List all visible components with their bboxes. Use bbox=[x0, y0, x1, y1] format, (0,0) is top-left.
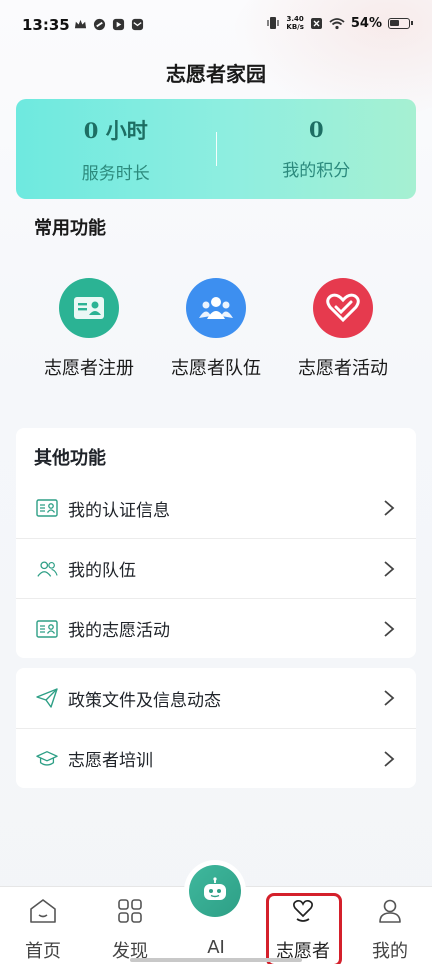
list-item-policy-news[interactable]: 政策文件及信息动态 bbox=[16, 668, 416, 728]
page-title: 志愿者家园 bbox=[166, 62, 266, 86]
nav-label: AI bbox=[207, 937, 225, 958]
nav-label: 首页 bbox=[25, 941, 61, 962]
graduation-cap-icon bbox=[36, 748, 58, 770]
wifi-icon bbox=[329, 17, 345, 29]
list-item-label: 我的志愿活动 bbox=[68, 621, 170, 641]
list-item-volunteer-training[interactable]: 志愿者培训 bbox=[16, 728, 416, 788]
chevron-right-icon bbox=[384, 750, 395, 767]
play-icon bbox=[112, 18, 125, 31]
chevron-right-icon bbox=[384, 620, 395, 637]
chevron-right-icon bbox=[384, 690, 395, 706]
user-icon bbox=[355, 897, 425, 925]
stat-label: 服务时长 bbox=[81, 163, 150, 184]
chevron-right-icon bbox=[384, 500, 395, 516]
screen: 13:35 3.40 KB/s 54% 志愿者家园 0 小时 服务时长 0 我的… bbox=[0, 0, 432, 964]
battery-icon bbox=[388, 17, 413, 29]
stat-service-hours[interactable]: 0 小时 服务时长 bbox=[16, 115, 216, 184]
sim-icon bbox=[310, 17, 322, 29]
list-item-label: 政策文件及信息动态 bbox=[68, 690, 221, 711]
list-item-my-team[interactable]: 我的队伍 bbox=[16, 538, 416, 598]
other-functions-title: 其他功能 bbox=[34, 448, 106, 469]
stat-points[interactable]: 0 我的积分 bbox=[217, 117, 417, 181]
stat-value: 0 小时 bbox=[83, 117, 148, 143]
list-item-my-certification[interactable]: 我的认证信息 bbox=[16, 478, 416, 538]
net-speed-value: 3.40 bbox=[286, 15, 304, 23]
nav-discover[interactable]: 发现 bbox=[95, 887, 165, 963]
home-icon bbox=[8, 897, 78, 925]
team-icon bbox=[186, 278, 246, 338]
nav-mine[interactable]: 我的 bbox=[355, 887, 425, 963]
chevron-right-icon bbox=[384, 560, 395, 577]
list-item-label: 我的队伍 bbox=[68, 561, 136, 581]
nav-home[interactable]: 首页 bbox=[8, 887, 78, 963]
app-logo-icon bbox=[93, 18, 106, 31]
common-functions-title: 常用功能 bbox=[34, 218, 106, 239]
status-bar: 13:35 3.40 KB/s 54% bbox=[0, 0, 432, 50]
robot-icon bbox=[204, 877, 226, 900]
net-speed-unit: KB/s bbox=[286, 23, 304, 31]
more-functions-card: 政策文件及信息动态 志愿者培训 bbox=[16, 668, 416, 788]
status-time: 13:35 bbox=[22, 16, 70, 34]
nav-label: 我的 bbox=[372, 941, 408, 962]
id-card-outline-icon bbox=[36, 618, 58, 640]
heart-icon bbox=[313, 278, 373, 338]
mail-icon bbox=[131, 18, 144, 31]
func-label: 志愿者队伍 bbox=[171, 358, 261, 379]
battery-percent: 54% bbox=[350, 15, 382, 31]
paper-plane-icon bbox=[36, 687, 58, 709]
net-speed: 3.40 KB/s bbox=[286, 15, 303, 31]
func-label: 志愿者活动 bbox=[298, 358, 388, 379]
home-indicator bbox=[130, 958, 302, 962]
list-item-my-activities[interactable]: 我的志愿活动 bbox=[16, 598, 416, 658]
ai-assistant-button[interactable] bbox=[189, 865, 241, 917]
grid-icon bbox=[95, 897, 165, 925]
stat-value: 0 bbox=[308, 117, 324, 142]
crown-icon bbox=[74, 19, 87, 29]
volunteer-tab-highlight bbox=[266, 893, 342, 964]
vibrate-icon bbox=[267, 17, 279, 29]
status-right: 3.40 KB/s 54% bbox=[266, 15, 413, 31]
stats-card: 0 小时 服务时长 0 我的积分 bbox=[16, 99, 416, 199]
func-volunteer-team[interactable]: 志愿者队伍 bbox=[161, 278, 271, 380]
other-functions-card: 其他功能 我的认证信息 我的队伍 我的志愿活动 bbox=[16, 428, 416, 658]
func-volunteer-activity[interactable]: 志愿者活动 bbox=[288, 278, 398, 380]
id-card-icon bbox=[59, 278, 119, 338]
stat-label: 我的积分 bbox=[282, 161, 351, 181]
common-functions: 志愿者注册 志愿者队伍 志愿者活动 bbox=[16, 278, 416, 380]
status-notification-icons bbox=[74, 18, 144, 31]
people-outline-icon bbox=[36, 558, 58, 580]
id-card-outline-icon bbox=[36, 497, 58, 519]
list-item-label: 志愿者培训 bbox=[68, 751, 153, 771]
func-volunteer-register[interactable]: 志愿者注册 bbox=[34, 278, 144, 380]
func-label: 志愿者注册 bbox=[44, 358, 134, 379]
list-item-label: 我的认证信息 bbox=[68, 500, 170, 521]
